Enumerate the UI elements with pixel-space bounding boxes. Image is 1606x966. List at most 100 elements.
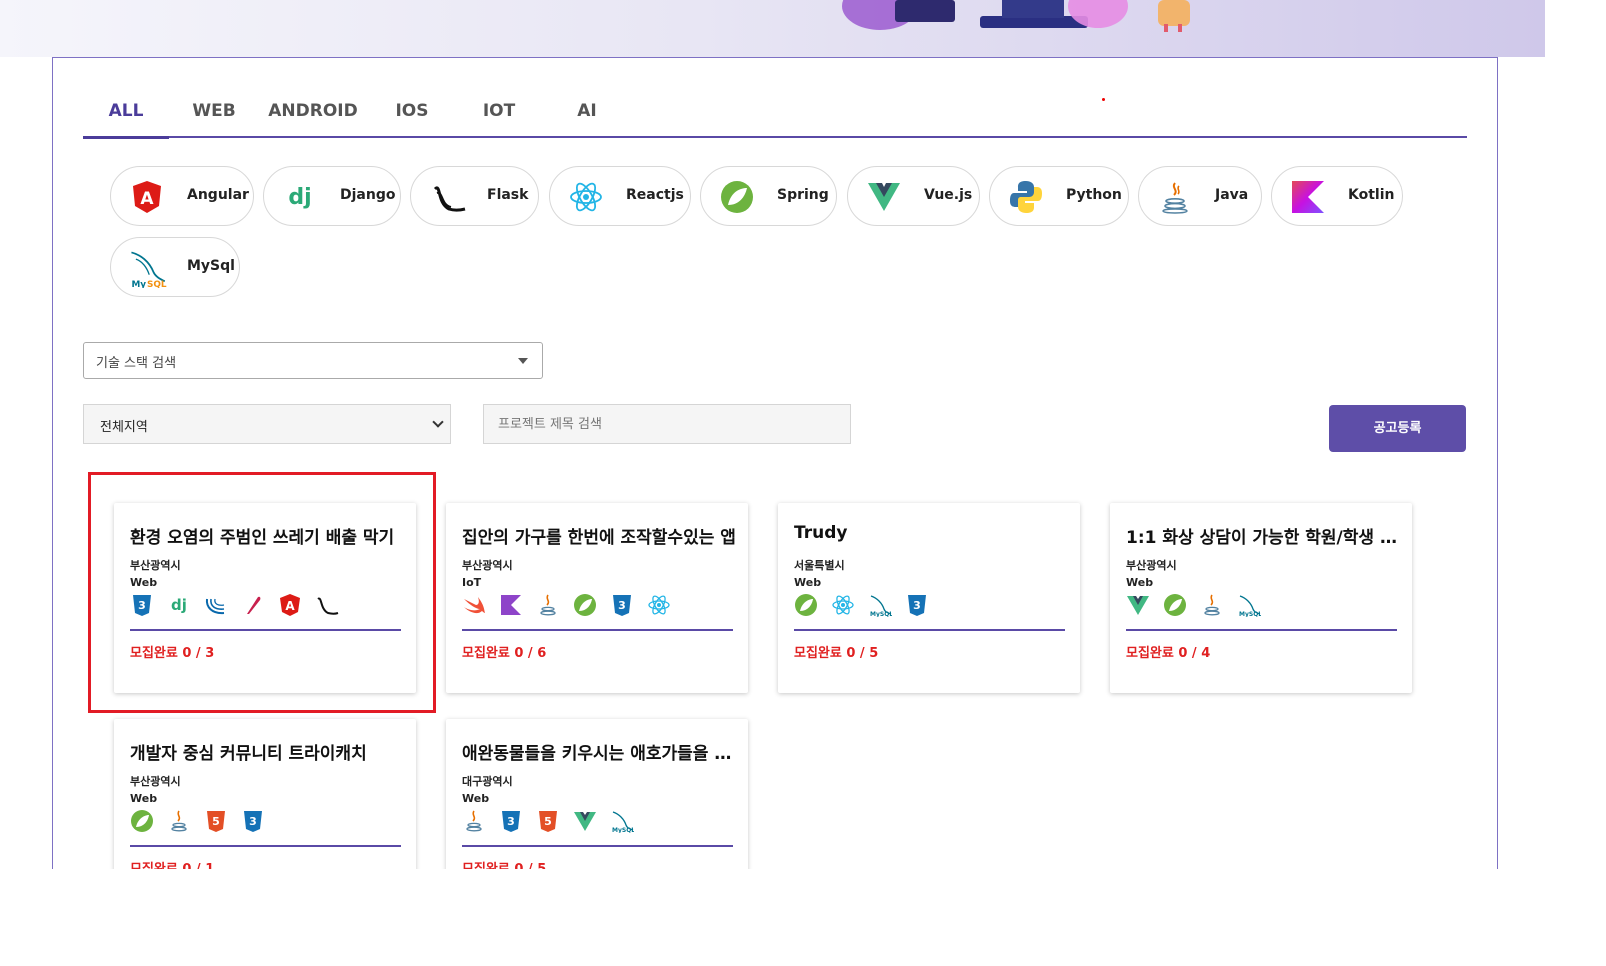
category-tabs: ALL WEB ANDROID IOS IOT AI	[83, 98, 1467, 139]
chip-django[interactable]: dj Django	[263, 166, 401, 226]
stack-icons: 5 3	[130, 809, 273, 835]
svg-text:dj: dj	[288, 185, 311, 210]
java-icon	[171, 810, 187, 832]
project-region: 부산광역시	[130, 775, 181, 788]
flask-icon	[433, 186, 466, 212]
chip-angular[interactable]: A Angular	[110, 166, 254, 226]
chip-label: Django	[340, 187, 396, 203]
chip-flask[interactable]: Flask	[410, 166, 539, 226]
chip-vuejs[interactable]: Vue.js	[847, 166, 980, 226]
hero-banner	[0, 0, 1545, 57]
tab-ios[interactable]: IOS	[379, 98, 445, 136]
svg-text:My: My	[131, 280, 146, 288]
stack-icons: 3 5 MySQL	[462, 809, 642, 835]
css3-icon: 3	[244, 811, 263, 832]
html5-icon: 5	[207, 811, 226, 832]
chip-label: MySql	[187, 258, 235, 274]
tab-all[interactable]: ALL	[83, 98, 169, 139]
project-title: 개발자 중심 커뮤니티 트라이캐치	[130, 744, 367, 764]
svg-text:3: 3	[913, 599, 921, 612]
project-region: 부산광역시	[1126, 559, 1177, 572]
register-post-button[interactable]: 공고등록	[1329, 405, 1466, 452]
chip-label: Python	[1066, 187, 1122, 203]
chip-mysql[interactable]: My SQL MySql	[110, 237, 240, 297]
react-icon	[648, 595, 671, 615]
kotlin-icon	[1292, 181, 1324, 213]
css3-icon: 3	[502, 811, 521, 832]
java-icon	[1204, 594, 1220, 616]
chip-python[interactable]: Python	[989, 166, 1129, 226]
react-icon	[570, 182, 602, 212]
chip-label: Kotlin	[1348, 187, 1395, 203]
chip-spring[interactable]: Spring	[700, 166, 837, 226]
stack-icons: 3	[462, 593, 679, 619]
vue-icon	[574, 812, 597, 831]
chip-kotlin[interactable]: Kotlin	[1271, 166, 1403, 226]
project-card[interactable]: Trudy 서울특별시 Web MySQL 3 모집완료 0 / 5	[778, 503, 1080, 693]
project-title: 집안의 가구를 한번에 조작할수있는 앱	[462, 528, 736, 548]
chevron-down-icon[interactable]	[432, 416, 444, 428]
card-divider	[130, 845, 401, 847]
hero-illustration	[842, 0, 1190, 32]
kotlin-icon	[501, 595, 522, 615]
chip-label: Spring	[777, 187, 829, 203]
project-category: Web	[1126, 576, 1154, 589]
swift-icon	[464, 597, 485, 614]
project-card[interactable]: 1:1 화상 상담이 가능한 학원/학생 관리 부산광역시 Web MySQL …	[1110, 503, 1412, 693]
chip-label: Java	[1215, 187, 1249, 203]
css3-icon: 3	[613, 595, 632, 616]
chip-label: Vue.js	[924, 187, 973, 203]
chip-java[interactable]: Java	[1138, 166, 1262, 226]
project-card[interactable]: 집안의 가구를 한번에 조작할수있는 앱 부산광역시 IoT 3 모집완료 0 …	[446, 503, 748, 693]
html5-icon: 5	[539, 811, 558, 832]
stack-icons: MySQL 3	[794, 593, 937, 619]
stack-icons: MySQL	[1126, 593, 1269, 619]
project-title: Trudy	[794, 523, 848, 543]
java-icon	[1162, 182, 1188, 214]
mysql-icon: My SQL	[131, 251, 167, 288]
recruit-status: 모집완료 0 / 4	[1126, 646, 1211, 661]
card-divider	[462, 845, 733, 847]
tab-android[interactable]: ANDROID	[267, 98, 359, 136]
svg-text:A: A	[140, 189, 154, 209]
red-dot	[1102, 98, 1105, 101]
mysql-icon: MySQL	[870, 595, 892, 617]
svg-text:3: 3	[249, 815, 257, 828]
spring-icon	[721, 181, 753, 213]
react-icon	[832, 595, 854, 615]
card-divider	[1126, 629, 1397, 631]
project-region: 부산광역시	[462, 559, 513, 572]
project-title: 애완동물들을 키우시는 애호가들을 위한	[462, 744, 736, 764]
svg-text:5: 5	[212, 815, 220, 828]
vue-icon	[868, 183, 900, 211]
svg-text:3: 3	[619, 599, 627, 612]
recruit-status: 모집완료 0 / 6	[462, 646, 547, 661]
django-icon: dj	[288, 185, 311, 210]
region-select[interactable]: 전체지역	[83, 404, 451, 444]
selection-highlight-box	[88, 472, 436, 713]
caret-down-icon[interactable]	[518, 358, 528, 364]
svg-text:SQL: SQL	[147, 280, 167, 288]
project-category: Web	[130, 792, 158, 805]
chip-label: Flask	[487, 187, 529, 203]
tab-ai[interactable]: AI	[559, 98, 615, 136]
spring-icon	[1164, 594, 1187, 616]
region-select-value: 전체지역	[100, 420, 148, 435]
java-icon	[466, 810, 482, 832]
project-region: 서울특별시	[794, 559, 845, 572]
svg-text:MySQL: MySQL	[1239, 611, 1261, 617]
page-bottom-blank	[0, 869, 1606, 966]
css3-icon: 3	[908, 595, 927, 616]
project-category: Web	[462, 792, 490, 805]
recruit-status: 모집완료 0 / 5	[794, 646, 879, 661]
stack-search-select[interactable]: 기술 스택 검색	[83, 342, 543, 379]
tab-iot[interactable]: IOT	[469, 98, 529, 136]
chip-label: Reactjs	[626, 187, 684, 203]
chip-reactjs[interactable]: Reactjs	[549, 166, 691, 226]
svg-text:5: 5	[544, 815, 552, 828]
project-title-search-input[interactable]	[483, 404, 851, 444]
mysql-icon: MySQL	[1239, 595, 1261, 617]
svg-text:MySQL: MySQL	[870, 611, 892, 617]
tab-web[interactable]: WEB	[179, 98, 249, 136]
java-icon	[540, 594, 556, 616]
